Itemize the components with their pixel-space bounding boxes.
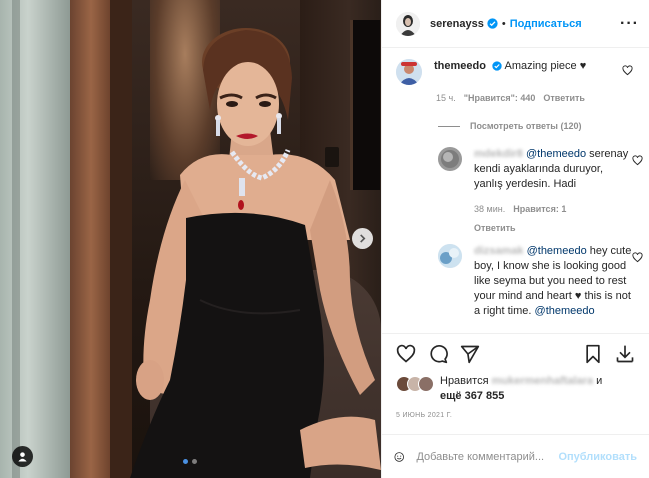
reply-author[interactable]: dizsamak	[474, 245, 524, 257]
carousel-dot	[192, 459, 197, 464]
comment-item: themeedo Amazing piece ♥	[396, 59, 639, 85]
author-avatar[interactable]	[396, 11, 420, 36]
likes-text: Нравится mukermenhaftalara и ещё 367 855	[440, 374, 630, 404]
author-username[interactable]: serenayss	[430, 18, 484, 30]
comment-author[interactable]: themeedo	[434, 60, 486, 72]
verified-badge-icon	[492, 61, 502, 71]
comments-list[interactable]: themeedo Amazing piece ♥ 15 ч. "Нравится…	[382, 49, 649, 332]
comment-composer: Опубликовать	[382, 434, 649, 478]
comment-like-icon[interactable]	[622, 65, 633, 76]
comment-likes-count[interactable]: "Нравится": 440	[464, 93, 536, 103]
more-options-button[interactable]: ···	[620, 15, 639, 33]
save-button[interactable]	[581, 342, 605, 366]
share-icon	[460, 345, 480, 363]
post-actions-bar	[382, 333, 649, 373]
publish-button[interactable]: Опубликовать	[558, 451, 637, 463]
reply-time: 38 мин.	[474, 204, 506, 214]
follow-button[interactable]: Подписаться	[510, 18, 582, 30]
comment-input[interactable]	[416, 450, 559, 463]
view-replies-label: Посмотреть ответы (120)	[470, 121, 582, 131]
comment-text: Amazing piece	[504, 60, 577, 72]
post-photo[interactable]	[0, 0, 381, 478]
likes-prefix: Нравится	[440, 375, 489, 387]
reply-mention[interactable]: @themeedo	[527, 245, 587, 257]
view-replies-button[interactable]: Посмотреть ответы (120)	[438, 121, 639, 131]
emoji-icon[interactable]	[394, 447, 404, 467]
comment-button[interactable]	[426, 342, 450, 366]
photo-woman-figure	[130, 28, 381, 478]
reply-avatar[interactable]	[438, 244, 462, 268]
user-tag-icon	[18, 452, 27, 462]
heart-icon	[396, 344, 416, 363]
likes-featured-user[interactable]: mukermenhaftalara	[492, 375, 594, 387]
comment-heart-emoji: ♥	[579, 60, 587, 72]
comment-reply-button[interactable]: Ответить	[543, 93, 585, 103]
download-icon	[616, 345, 634, 362]
post-sidebar: serenayss • Подписаться ··· themeedo Ama…	[381, 0, 649, 478]
reply-mention[interactable]: @themeedo	[526, 148, 586, 160]
reply-like-icon[interactable]	[632, 155, 643, 166]
comment-icon	[430, 344, 448, 363]
carousel-indicator	[183, 459, 197, 464]
comment-meta: 15 ч. "Нравится": 440 Ответить	[436, 93, 639, 103]
download-button[interactable]	[613, 342, 637, 366]
comment-body: themeedo Amazing piece ♥	[434, 59, 609, 85]
comment-time: 15 ч.	[436, 93, 456, 103]
reply-likes-count[interactable]: Нравится: 1	[513, 202, 566, 217]
reply-avatar[interactable]	[438, 147, 462, 171]
reply-author[interactable]: mdekdir8	[474, 148, 523, 160]
reply-like-icon[interactable]	[632, 252, 643, 263]
like-button[interactable]	[394, 342, 418, 366]
reply-item: dizsamak @themeedo hey cute boy, I know …	[438, 244, 643, 319]
bookmark-icon	[586, 344, 600, 363]
share-button[interactable]	[458, 342, 482, 366]
user-tags-button[interactable]	[12, 446, 33, 467]
next-arrow-icon	[360, 234, 366, 243]
reply-meta: 38 мин. Нравится: 1	[474, 202, 634, 217]
follow-separator: •	[501, 17, 506, 30]
reply-body: mdekdir8 @themeedo serenay kendi ayaklar…	[474, 147, 634, 236]
view-replies-line	[438, 125, 460, 127]
post-header: serenayss • Подписаться ···	[382, 0, 649, 48]
reply-item: mdekdir8 @themeedo serenay kendi ayaklar…	[438, 147, 643, 236]
post-date[interactable]: 5 ИЮНЬ 2021 Г.	[396, 412, 452, 419]
likes-count[interactable]: ещё 367 855	[440, 390, 504, 402]
next-slide-button[interactable]	[352, 228, 373, 249]
reply-reply-button[interactable]: Ответить	[474, 221, 634, 236]
reply-body: dizsamak @themeedo hey cute boy, I know …	[474, 244, 634, 319]
reply-tail-mention[interactable]: @themeedo	[535, 305, 595, 317]
verified-badge-icon	[487, 18, 498, 29]
likes-summary[interactable]: Нравится mukermenhaftalara и ещё 367 855	[396, 374, 641, 404]
commenter-avatar[interactable]	[396, 59, 422, 85]
likers-avatars	[396, 376, 436, 392]
liker-avatar	[418, 376, 434, 392]
likes-suffix: и	[596, 375, 603, 387]
carousel-dot-active	[183, 459, 188, 464]
